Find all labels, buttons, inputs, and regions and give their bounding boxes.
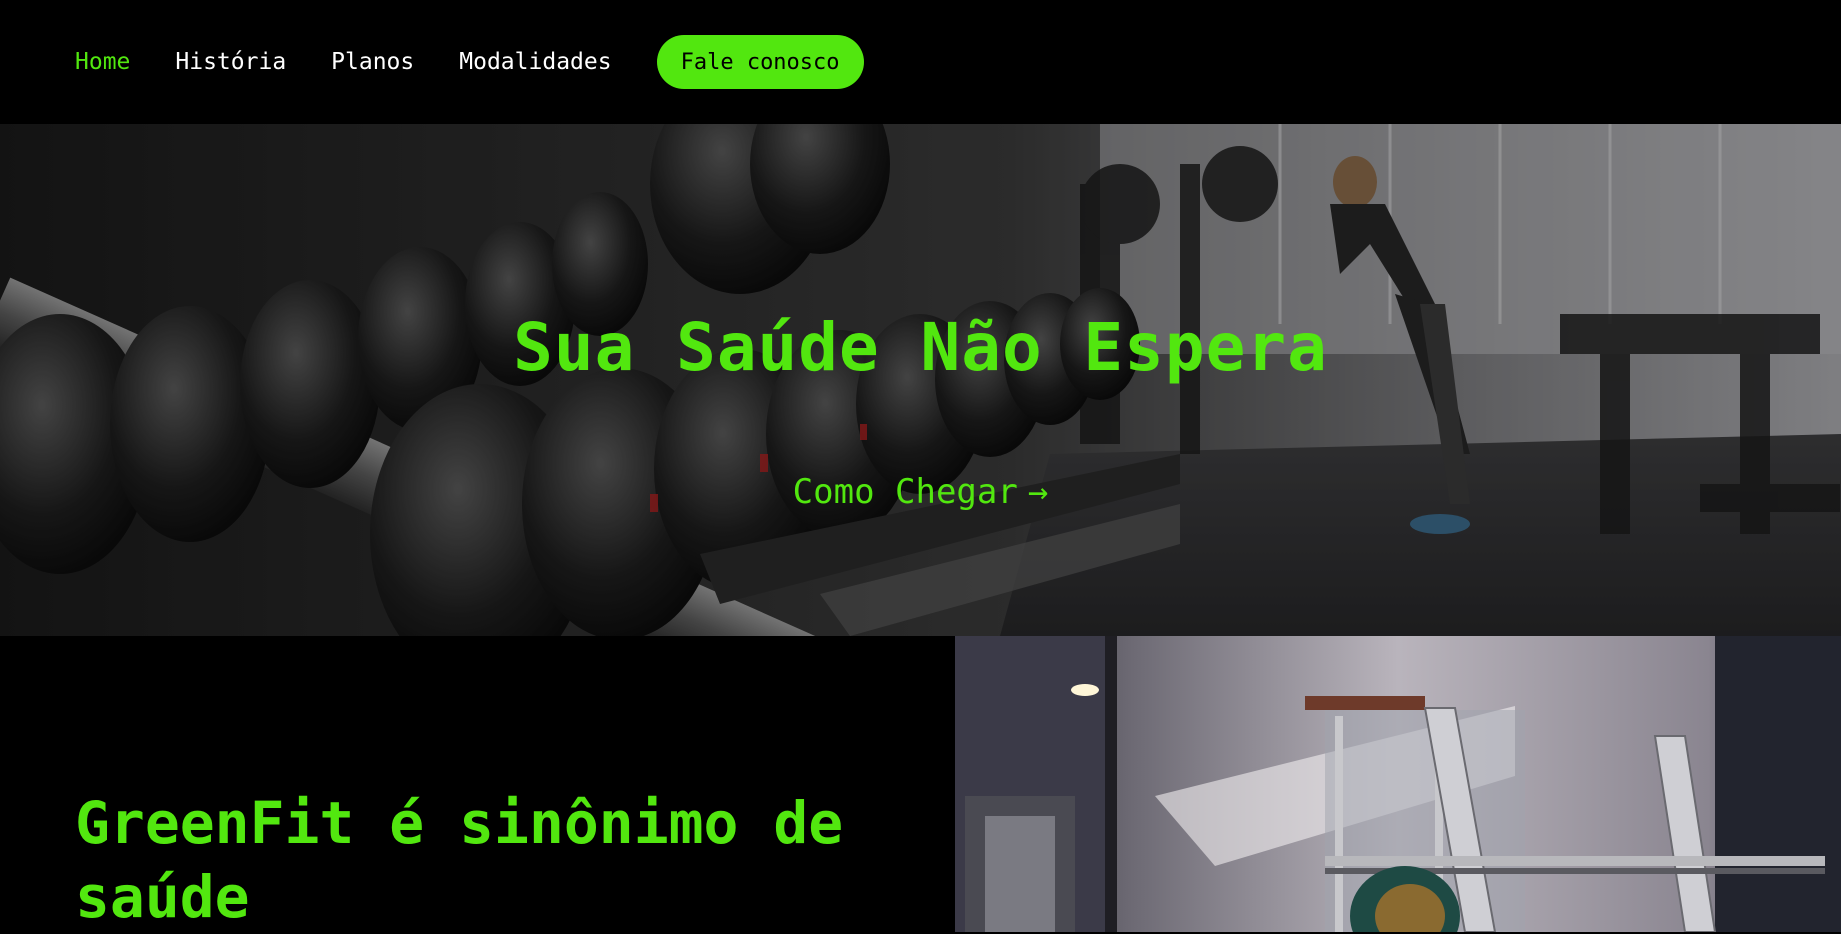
directions-link-label: Como Chegar xyxy=(792,472,1018,512)
about-section: GreenFit é sinônimo de saúde xyxy=(0,636,1841,932)
top-navbar: Home História Planos Modalidades Fale co… xyxy=(0,0,1841,124)
directions-link[interactable]: Como Chegar → xyxy=(0,472,1841,512)
nav-link-planos[interactable]: Planos xyxy=(331,49,414,75)
about-title: GreenFit é sinônimo de saúde xyxy=(75,789,844,931)
nav-link-modalidades[interactable]: Modalidades xyxy=(459,49,611,75)
about-image xyxy=(955,636,1841,932)
nav-link-home[interactable]: Home xyxy=(75,49,130,75)
hero-title: Sua Saúde Não Espera xyxy=(513,309,1328,386)
gym-squat-rack-photo xyxy=(955,636,1841,932)
hero-section: Sua Saúde Não Espera Como Chegar → xyxy=(0,124,1841,636)
nav-link-historia[interactable]: História xyxy=(175,49,286,75)
arrow-right-icon: → xyxy=(1027,472,1049,512)
contact-button[interactable]: Fale conosco xyxy=(656,35,864,89)
nav-links: Home História Planos Modalidades Fale co… xyxy=(75,35,864,89)
